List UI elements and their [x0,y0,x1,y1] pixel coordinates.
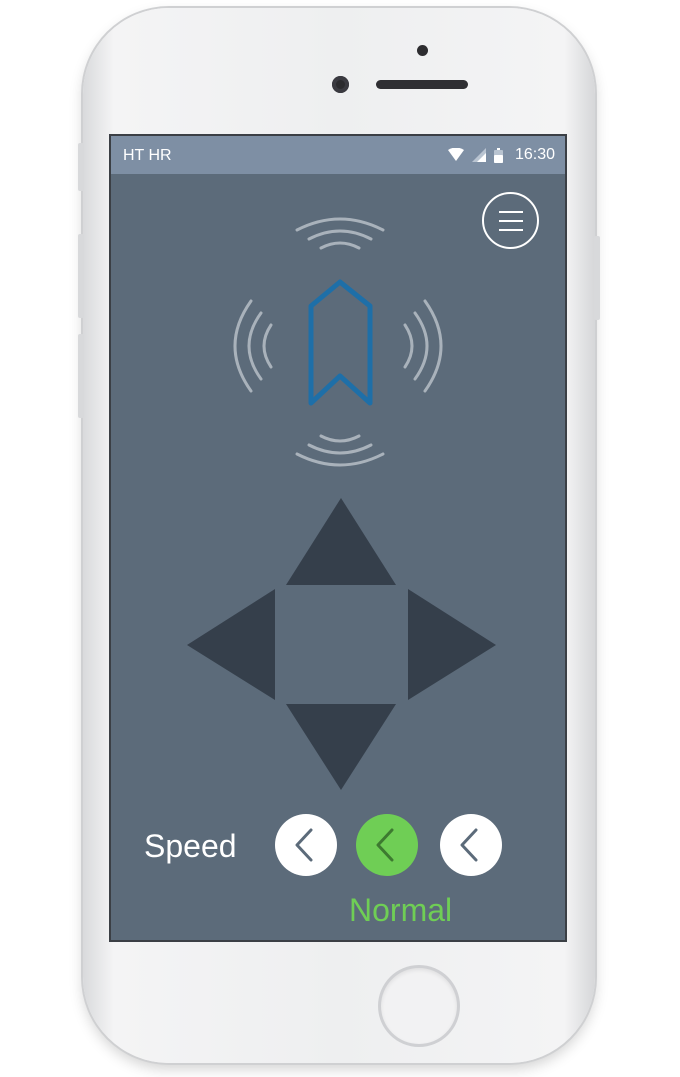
move-right-button[interactable] [408,589,496,700]
home-button[interactable] [381,968,457,1044]
chevron-left-icon [376,828,394,862]
speed-mode-label: Normal [349,892,453,928]
speed-slow-button[interactable] [275,814,337,876]
app-screen: HT HR 16:30 Speed Normal [109,134,567,942]
speed-label: Speed [144,828,237,864]
move-down-button[interactable] [286,704,396,790]
direction-pad [187,498,496,790]
mute-switch [78,143,84,191]
volume-up-button [78,234,84,318]
front-camera [332,76,349,93]
move-left-button[interactable] [187,589,275,700]
chevron-left-icon [460,828,478,862]
move-up-button[interactable] [286,498,396,585]
earpiece-speaker [376,80,468,89]
speed-fast-button[interactable] [440,814,502,876]
chevron-left-icon [295,828,313,862]
volume-down-button [78,334,84,418]
power-button [594,236,600,320]
proximity-sensor [417,45,428,56]
speed-normal-button[interactable] [356,814,418,876]
